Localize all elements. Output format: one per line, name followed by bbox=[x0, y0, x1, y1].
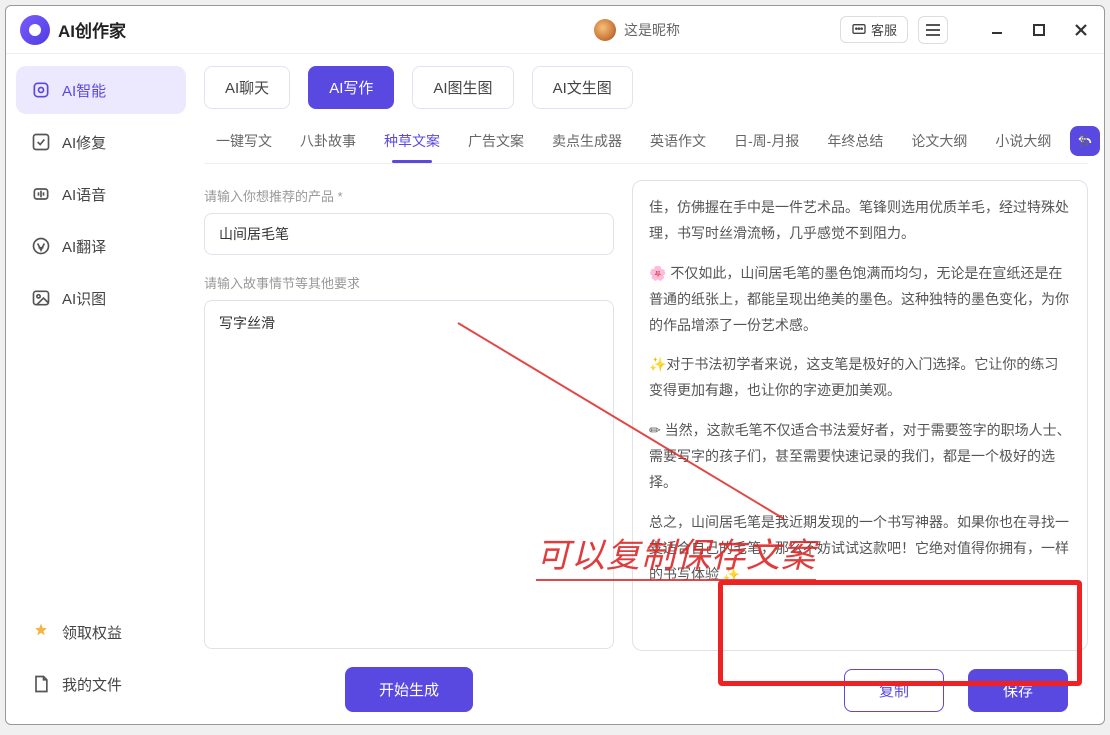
sidebar-item-ai-voice[interactable]: AI语音 bbox=[16, 170, 186, 218]
titlebar: AI创作家 这是昵称 客服 bbox=[6, 6, 1104, 54]
voice-icon bbox=[30, 183, 52, 205]
sidebar-item-ai-smart[interactable]: AI智能 bbox=[16, 66, 186, 114]
subtab-item[interactable]: 辩论稿 bbox=[1067, 123, 1088, 163]
image-icon bbox=[30, 287, 52, 309]
sidebar-item-label: AI智能 bbox=[62, 80, 106, 101]
sidebar-item-my-files[interactable]: 我的文件 bbox=[16, 660, 186, 708]
sidebar-item-label: AI识图 bbox=[62, 288, 106, 309]
window-controls bbox=[988, 21, 1090, 39]
sidebar-item-label: AI翻译 bbox=[62, 236, 106, 257]
subtab-item[interactable]: 一键写文 bbox=[204, 123, 284, 163]
translate-icon bbox=[30, 235, 52, 257]
sparkle-icon bbox=[30, 79, 52, 101]
support-button[interactable]: 客服 bbox=[840, 16, 908, 43]
repair-icon bbox=[30, 131, 52, 153]
product-input[interactable] bbox=[204, 213, 614, 255]
sidebar: AI智能 AI修复 AI语音 AI翻译 AI识图 领取权益 bbox=[6, 54, 196, 724]
close-button[interactable] bbox=[1072, 21, 1090, 39]
subtab-item[interactable]: 广告文案 bbox=[456, 123, 536, 163]
sidebar-item-ai-vision[interactable]: AI识图 bbox=[16, 274, 186, 322]
generate-button[interactable]: 开始生成 bbox=[345, 667, 473, 712]
avatar[interactable] bbox=[594, 19, 616, 41]
maximize-button[interactable] bbox=[1030, 21, 1048, 39]
detail-textarea[interactable] bbox=[204, 300, 614, 649]
save-button[interactable]: 保存 bbox=[968, 669, 1068, 712]
subtab-item[interactable]: 八卦故事 bbox=[288, 123, 368, 163]
sidebar-item-label: 我的文件 bbox=[62, 674, 122, 695]
body: AI智能 AI修复 AI语音 AI翻译 AI识图 领取权益 bbox=[6, 54, 1104, 724]
gift-icon bbox=[30, 621, 52, 643]
tab-write[interactable]: AI写作 bbox=[308, 66, 394, 109]
result-paragraph: 总之，山间居毛笔是我近期发现的一个书写神器。如果你也在寻找一支适合自己的毛笔，那… bbox=[649, 510, 1071, 588]
subtab-item[interactable]: 日-周-月报 bbox=[722, 123, 811, 163]
tab-chat[interactable]: AI聊天 bbox=[204, 66, 290, 109]
tab-txt2img[interactable]: AI文生图 bbox=[532, 66, 633, 109]
result-paragraph: 佳，仿佛握在手中是一件艺术品。笔锋则选用优质羊毛，经过特殊处理，书写时丝滑流畅，… bbox=[649, 195, 1071, 247]
sidebar-item-label: AI修复 bbox=[62, 132, 106, 153]
support-label: 客服 bbox=[871, 20, 897, 39]
content: 请输入你想推荐的产品 * 请输入故事情节等其他要求 开始生成 佳，仿佛握在手中是… bbox=[204, 180, 1088, 712]
menu-button[interactable] bbox=[918, 16, 948, 44]
sidebar-item-rewards[interactable]: 领取权益 bbox=[16, 608, 186, 656]
copy-button[interactable]: 复制 bbox=[844, 669, 944, 712]
app-title: AI创作家 bbox=[58, 17, 126, 42]
form-column: 请输入你想推荐的产品 * 请输入故事情节等其他要求 开始生成 bbox=[204, 180, 614, 712]
main: AI聊天 AI写作 AI图生图 AI文生图 一键写文 八卦故事 种草文案 广告文… bbox=[196, 54, 1104, 724]
app-window: AI创作家 这是昵称 客服 AI智能 AI修复 bbox=[5, 5, 1105, 725]
product-label: 请输入你想推荐的产品 * bbox=[204, 186, 614, 205]
result-column: 佳，仿佛握在手中是一件艺术品。笔锋则选用优质羊毛，经过特殊处理，书写时丝滑流畅，… bbox=[632, 180, 1088, 712]
main-tabs: AI聊天 AI写作 AI图生图 AI文生图 bbox=[204, 66, 1088, 109]
subtab-item-active[interactable]: 种草文案 bbox=[372, 123, 452, 163]
result-paragraph: 🌸 不仅如此，山间居毛笔的墨色饱满而均匀，无论是在宣纸还是在普通的纸张上，都能呈… bbox=[649, 261, 1071, 339]
sidebar-item-label: AI语音 bbox=[62, 184, 106, 205]
detail-label: 请输入故事情节等其他要求 bbox=[204, 273, 614, 292]
nickname: 这是昵称 bbox=[624, 20, 680, 40]
subtab-item[interactable]: 英语作文 bbox=[638, 123, 718, 163]
result-paragraph: ✨对于书法初学者来说，这支笔是极好的入门选择。它让你的练习变得更加有趣，也让你的… bbox=[649, 352, 1071, 404]
hamburger-icon bbox=[925, 23, 941, 37]
result-actions: 复制 保存 bbox=[632, 669, 1088, 712]
subtab-item[interactable]: 小说大纲 bbox=[983, 123, 1063, 163]
subtabs: 一键写文 八卦故事 种草文案 广告文案 卖点生成器 英语作文 日-周-月报 年终… bbox=[204, 123, 1088, 164]
app-logo-icon bbox=[20, 15, 50, 45]
minimize-button[interactable] bbox=[988, 21, 1006, 39]
result-box[interactable]: 佳，仿佛握在手中是一件艺术品。笔锋则选用优质羊毛，经过特殊处理，书写时丝滑流畅，… bbox=[632, 180, 1088, 651]
subtab-item[interactable]: 年终总结 bbox=[815, 123, 895, 163]
subtab-item[interactable]: 论文大纲 bbox=[899, 123, 979, 163]
chat-icon bbox=[851, 22, 867, 38]
sidebar-item-ai-repair[interactable]: AI修复 bbox=[16, 118, 186, 166]
sidebar-item-ai-translate[interactable]: AI翻译 bbox=[16, 222, 186, 270]
sidebar-item-label: 领取权益 bbox=[62, 622, 122, 643]
file-icon bbox=[30, 673, 52, 695]
subtab-item[interactable]: 卖点生成器 bbox=[540, 123, 634, 163]
tab-img2img[interactable]: AI图生图 bbox=[412, 66, 513, 109]
result-paragraph: ✏ 当然，这款毛笔不仅适合书法爱好者，对于需要签字的职场人士、需要写字的孩子们，… bbox=[649, 418, 1071, 496]
